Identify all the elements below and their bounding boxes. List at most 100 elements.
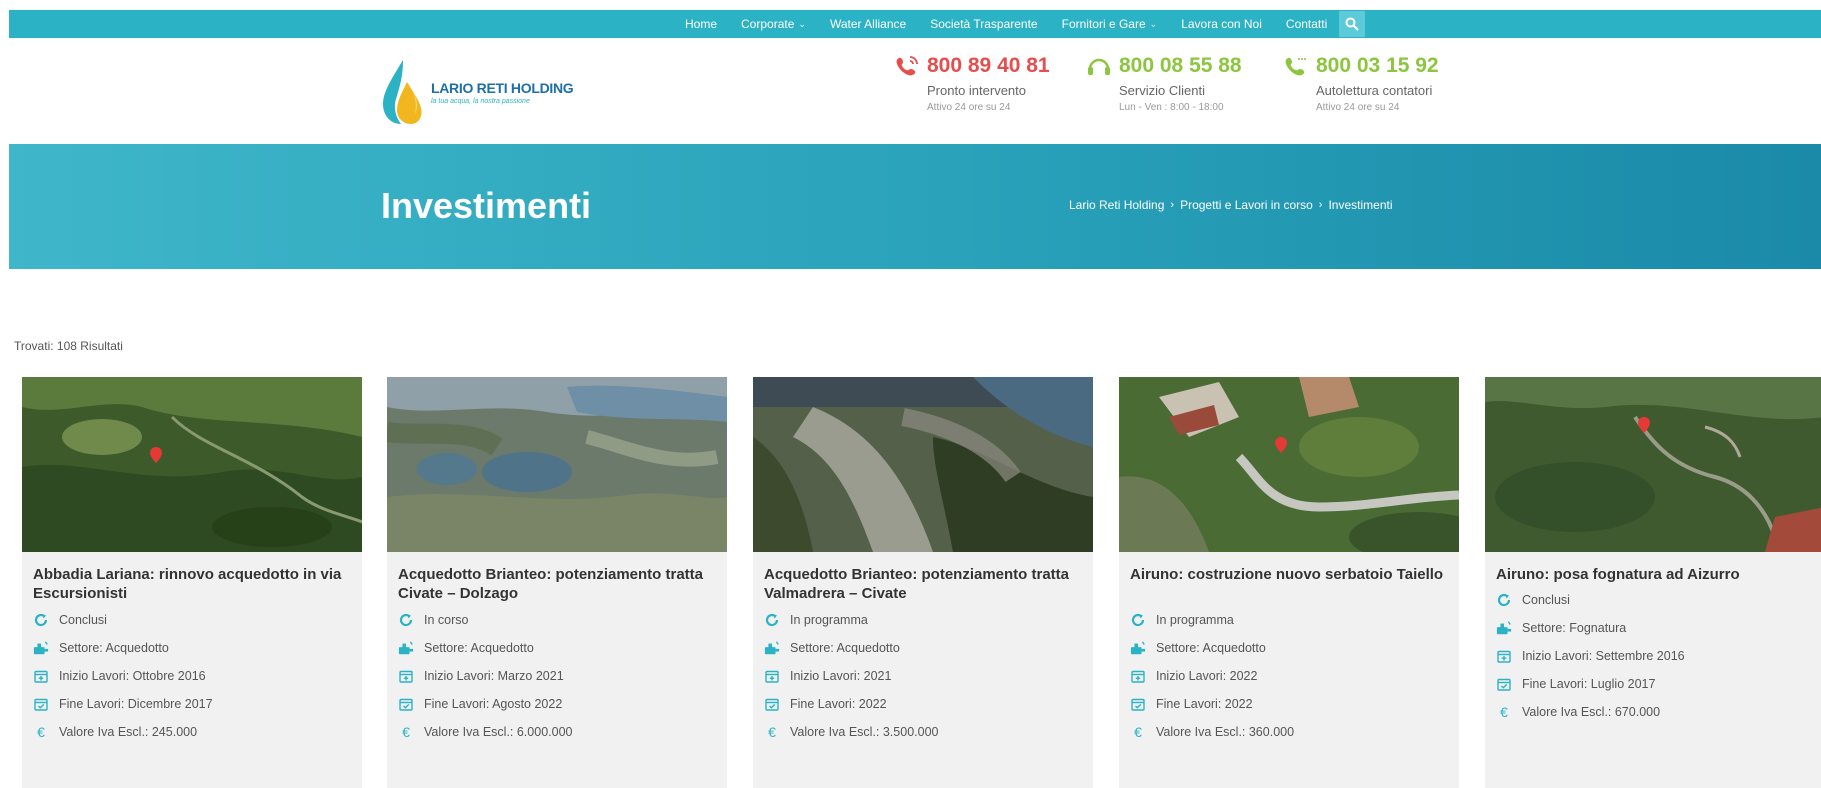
contact-pronto-intervento: 800 89 40 81 Pronto intervento Attivo 24… [895,54,1050,113]
phone-ringing-icon [896,56,918,76]
card-value: € Valore Iva Escl.: 360.000 [1130,718,1448,746]
card-sector: Settore: Acquedotto [33,634,351,662]
card-end-date: Fine Lavori: 2022 [1130,690,1448,718]
contact-autolettura: 800 03 15 92 Autolettura contatori Attiv… [1284,54,1439,113]
euro-icon: € [37,724,45,740]
contact-number[interactable]: 800 03 15 92 [1316,54,1439,78]
contact-label: Pronto intervento [927,83,1027,98]
contact-label: Autolettura contatori [1316,83,1433,98]
page-title: Investimenti [381,185,592,226]
card-sector: Settore: Acquedotto [398,634,716,662]
calendar-start-icon [399,670,413,683]
pipe-tap-icon [33,641,49,655]
chevron-right-icon: › [1170,199,1175,211]
refresh-status-icon [34,614,48,627]
site-logo[interactable]: LARIO RETI HOLDING la tua acqua, la nost… [381,58,574,126]
nav-societa-trasparente[interactable]: Società Trasparente [930,17,1037,31]
nav-lavora-con-noi[interactable]: Lavora con Noi [1181,17,1262,31]
contact-servizio-clienti: 800 08 55 88 Servizio Clienti Lun - Ven … [1087,54,1242,113]
card-sector: Settore: Acquedotto [764,634,1082,662]
contact-hours: Lun - Ven : 8:00 - 18:00 [1119,102,1224,113]
card-status: In corso [398,606,716,634]
top-navbar: Home Corporate ⌄ Water Alliance Società T… [9,10,1821,38]
breadcrumb-item-home[interactable]: Lario Reti Holding [1069,198,1164,212]
card-end-date: Fine Lavori: Dicembre 2017 [33,690,351,718]
card-start-date: Inizio Lavori: Ottobre 2016 [33,662,351,690]
chevron-down-icon: ⌄ [1149,18,1158,29]
breadcrumb-item-progetti[interactable]: Progetti e Lavori in corso [1180,198,1313,212]
calendar-check-icon [34,698,48,711]
card-end-date: Fine Lavori: Agosto 2022 [398,690,716,718]
card-title[interactable]: Acquedotto Brianteo: potenziamento tratt… [387,552,727,606]
calendar-start-icon [34,670,48,683]
card-start-date: Inizio Lavori: 2022 [1130,662,1448,690]
card-status: In programma [764,606,1082,634]
calendar-check-icon [765,698,779,711]
card-sector: Settore: Acquedotto [1130,634,1448,662]
contact-hours: Attivo 24 ore su 24 [1316,102,1400,113]
main-menu: Home Corporate ⌄ Water Alliance Società T… [685,10,1366,38]
card-sector: Settore: Fognatura [1496,614,1814,642]
search-icon [1345,17,1359,31]
card-title[interactable]: Airuno: costruzione nuovo serbatoio Taie… [1119,552,1459,606]
card-start-date: Inizio Lavori: 2021 [764,662,1082,690]
refresh-status-icon [765,614,779,627]
nav-contatti[interactable]: Contatti [1286,17,1327,31]
card-end-date: Fine Lavori: 2022 [764,690,1082,718]
headset-icon [1088,58,1110,75]
refresh-status-icon [1497,594,1511,607]
card-start-date: Inizio Lavori: Marzo 2021 [398,662,716,690]
card-title[interactable]: Abbadia Lariana: rinnovo acquedotto in v… [22,552,362,606]
pipe-tap-icon [398,641,414,655]
card-end-date: Fine Lavori: Luglio 2017 [1496,670,1814,698]
euro-icon: € [402,724,410,740]
logo-title: LARIO RETI HOLDING [431,79,574,96]
investment-card[interactable]: Airuno: posa fognatura ad Aizurro Conclu… [1485,377,1821,788]
investment-card[interactable]: Acquedotto Brianteo: potenziamento tratt… [387,377,727,788]
logo-tagline: la tua acqua, la nostra passione [431,97,530,105]
nav-corporate[interactable]: Corporate ⌄ [741,17,806,31]
card-status: In programma [1130,606,1448,634]
card-start-date: Inizio Lavori: Settembre 2016 [1496,642,1814,670]
contact-number[interactable]: 800 08 55 88 [1119,54,1242,78]
refresh-status-icon [1131,614,1145,627]
contact-hours: Attivo 24 ore su 24 [927,102,1011,113]
search-button[interactable] [1339,11,1366,37]
pipe-tap-icon [1496,621,1512,635]
contact-number[interactable]: 800 89 40 81 [927,54,1050,78]
phone-icon [1285,57,1306,76]
contact-label: Servizio Clienti [1119,83,1205,98]
card-aerial-photo [753,377,1093,552]
nav-fornitori-e-gare[interactable]: Fornitori e Gare ⌄ [1062,17,1158,31]
card-value: € Valore Iva Escl.: 670.000 [1496,698,1814,726]
card-value: € Valore Iva Escl.: 6.000.000 [398,718,716,746]
calendar-start-icon [1131,670,1145,683]
card-aerial-photo [1485,377,1821,552]
page-hero: Investimenti Lario Reti Holding › Proget… [9,144,1821,269]
calendar-start-icon [765,670,779,683]
calendar-check-icon [1131,698,1145,711]
card-value: € Valore Iva Escl.: 245.000 [33,718,351,746]
card-title[interactable]: Acquedotto Brianteo: potenziamento tratt… [753,552,1093,606]
investment-card[interactable]: Abbadia Lariana: rinnovo acquedotto in v… [22,377,362,788]
euro-icon: € [1134,724,1142,740]
nav-home[interactable]: Home [685,17,717,31]
card-aerial-photo [387,377,727,552]
pipe-tap-icon [764,641,780,655]
results-count: Trovati: 108 Risultati [14,339,123,353]
calendar-check-icon [1497,678,1511,691]
card-aerial-photo [22,377,362,552]
investment-card[interactable]: Acquedotto Brianteo: potenziamento tratt… [753,377,1093,788]
pipe-tap-icon [1130,641,1146,655]
breadcrumb: Lario Reti Holding › Progetti e Lavori i… [1069,198,1393,212]
card-status: Conclusi [33,606,351,634]
euro-icon: € [1500,704,1508,720]
breadcrumb-item-current: Investimenti [1328,198,1393,212]
nav-water-alliance[interactable]: Water Alliance [830,17,906,31]
chevron-down-icon: ⌄ [798,18,806,29]
card-value: € Valore Iva Escl.: 3.500.000 [764,718,1082,746]
calendar-start-icon [1497,650,1511,663]
calendar-check-icon [399,698,413,711]
refresh-status-icon [399,614,413,627]
investment-card[interactable]: Airuno: costruzione nuovo serbatoio Taie… [1119,377,1459,788]
